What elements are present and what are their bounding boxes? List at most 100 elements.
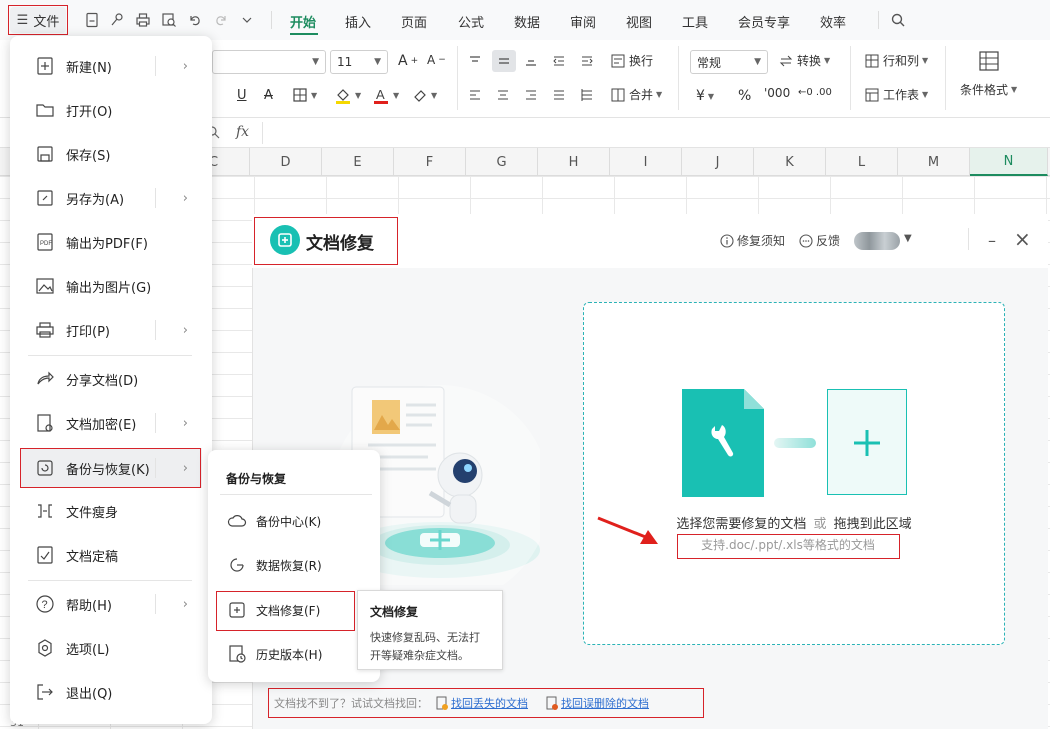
border-icon[interactable]: ▼	[292, 87, 317, 103]
column-header-cell[interactable]: D	[250, 148, 322, 176]
minimize-icon[interactable]: –	[988, 231, 996, 250]
percent-button[interactable]: %	[738, 88, 751, 104]
conditional-format-icon[interactable]	[978, 50, 1000, 72]
connector-bar	[774, 438, 816, 448]
feedback-link[interactable]: 反馈	[799, 232, 840, 249]
align-top-icon[interactable]	[468, 54, 482, 68]
tab-home[interactable]: 开始	[290, 12, 316, 31]
wrap-text-button[interactable]: 换行	[610, 52, 653, 69]
file-menu-item[interactable]: 打开(O)	[20, 90, 202, 130]
submenu-item[interactable]: 历史版本(H)	[216, 634, 372, 674]
close-icon[interactable]: ×	[1014, 227, 1031, 251]
conditional-format-button[interactable]: 条件格式 ▼	[960, 81, 1017, 98]
decimal-increase-icon[interactable]: ←0 .00	[798, 87, 832, 98]
tab-efficiency[interactable]: 效率	[820, 12, 846, 31]
svg-text:?: ?	[42, 599, 48, 611]
submenu-item[interactable]: 数据恢复(R)	[216, 545, 372, 585]
column-header-cell[interactable]: G	[466, 148, 538, 176]
tab-review[interactable]: 审阅	[570, 12, 596, 31]
print-preview-icon[interactable]	[159, 10, 179, 30]
info-icon	[720, 233, 734, 248]
column-header-cell-selected[interactable]: N	[970, 148, 1048, 176]
column-header-cell[interactable]: J	[682, 148, 754, 176]
font-color-icon[interactable]: A ▼	[372, 86, 399, 104]
worksheet-button[interactable]: 工作表 ▼	[864, 86, 928, 103]
font-size-select[interactable]: 11 ▼	[330, 50, 388, 74]
tab-view[interactable]: 视图	[626, 12, 652, 31]
column-header-cell[interactable]: F	[394, 148, 466, 176]
recover-lost-link[interactable]: 找回丢失的文档	[436, 695, 528, 711]
tab-insert[interactable]: 插入	[345, 12, 371, 31]
tab-tools[interactable]: 工具	[682, 12, 708, 31]
file-menu-item[interactable]: 保存(S)	[20, 134, 202, 174]
file-menu-item[interactable]: 另存为(A) ›	[20, 178, 202, 218]
print-icon[interactable]	[133, 10, 153, 30]
column-header-cell[interactable]: L	[826, 148, 898, 176]
file-menu-item[interactable]: 打印(P) ›	[20, 310, 202, 350]
decrease-font-icon[interactable]: A −	[427, 53, 446, 67]
search-icon[interactable]	[888, 10, 908, 30]
new-doc-icon[interactable]	[82, 10, 102, 30]
file-menu-item[interactable]: 分享文档(D)	[20, 359, 202, 399]
file-menu-item[interactable]: 文档加密(E) ›	[20, 403, 202, 443]
share-link-icon[interactable]	[107, 10, 127, 30]
redo-icon[interactable]	[211, 10, 231, 30]
tab-page[interactable]: 页面	[401, 12, 427, 31]
row-column-button[interactable]: 行和列 ▼	[864, 52, 928, 69]
eraser-icon[interactable]: ▼	[412, 87, 437, 103]
recover-deleted-link[interactable]: 找回误删除的文档	[546, 695, 649, 711]
underline-icon[interactable]: U	[237, 88, 247, 103]
strikethrough-icon[interactable]: A	[264, 88, 273, 103]
file-menu-item[interactable]: ? 帮助(H) ›	[20, 584, 202, 624]
merge-cells-button[interactable]: 合并 ▼	[610, 86, 662, 103]
formula-input[interactable]	[268, 122, 1048, 144]
undo-icon[interactable]	[185, 10, 205, 30]
indent-decrease-icon[interactable]	[552, 54, 566, 68]
tab-formula[interactable]: 公式	[458, 12, 484, 31]
add-file-button[interactable]	[827, 389, 907, 495]
file-menu-item[interactable]: 文件瘦身	[20, 491, 202, 531]
file-menu-item[interactable]: PDF 输出为PDF(F)	[20, 222, 202, 262]
repair-notice-link[interactable]: 修复须知	[720, 232, 785, 249]
file-menu-item-label: 保存(S)	[66, 148, 111, 164]
column-header-cell[interactable]: I	[610, 148, 682, 176]
chevron-down-icon[interactable]	[237, 10, 257, 30]
increase-font-icon[interactable]: A +	[398, 53, 418, 69]
file-menu-item[interactable]: 选项(L)	[20, 628, 202, 668]
fill-color-icon[interactable]: ▼	[334, 86, 361, 104]
file-menu-item[interactable]: 退出(Q)	[20, 672, 202, 712]
file-drop-zone[interactable]: 选择您需要修复的文档 或 拖拽到此区域 支持.doc/.ppt/.xls等格式的…	[583, 302, 1005, 645]
file-menu-item[interactable]: 新建(N) ›	[20, 46, 202, 86]
convert-label: 转换	[797, 54, 822, 68]
column-header-cell[interactable]: H	[538, 148, 610, 176]
align-center-icon[interactable]	[496, 88, 510, 102]
tab-data[interactable]: 数据	[514, 12, 540, 31]
align-right-icon[interactable]	[524, 88, 538, 102]
column-header-cell[interactable]: K	[754, 148, 826, 176]
file-menu-button[interactable]: ☰ 文件	[10, 7, 66, 33]
data-recovery-icon	[226, 554, 248, 576]
submenu-item[interactable]: 备份中心(K)	[216, 501, 372, 541]
distribute-icon[interactable]	[580, 88, 594, 102]
currency-button[interactable]: ¥ ▼	[696, 88, 714, 104]
font-name-select[interactable]: ▼	[212, 50, 326, 74]
file-menu-item[interactable]: 文档定稿	[20, 535, 202, 575]
convert-button[interactable]: 转换 ▼	[778, 52, 830, 69]
align-left-icon[interactable]	[468, 88, 482, 102]
tab-member[interactable]: 会员专享	[738, 12, 790, 31]
column-header-cell[interactable]: M	[898, 148, 970, 176]
thousands-separator-icon[interactable]: '000	[764, 86, 790, 100]
file-menu-item[interactable]: 输出为图片(G)	[20, 266, 202, 306]
column-header-cell[interactable]: E	[322, 148, 394, 176]
fx-icon[interactable]: fx	[236, 124, 249, 140]
justify-icon[interactable]	[552, 88, 566, 102]
align-bottom-icon[interactable]	[524, 54, 538, 68]
submenu-item[interactable]: 文档修复(F)	[216, 590, 372, 630]
number-format-select[interactable]: 常规 ▼	[690, 50, 768, 74]
indent-increase-icon[interactable]	[580, 54, 594, 68]
align-middle-button[interactable]	[492, 50, 516, 72]
doc-repair-title: 文档修复	[306, 234, 374, 254]
user-avatar[interactable]	[854, 232, 900, 250]
file-menu-item[interactable]: 备份与恢复(K) ›	[20, 448, 202, 488]
account-dropdown-icon[interactable]: ▼	[904, 233, 912, 244]
